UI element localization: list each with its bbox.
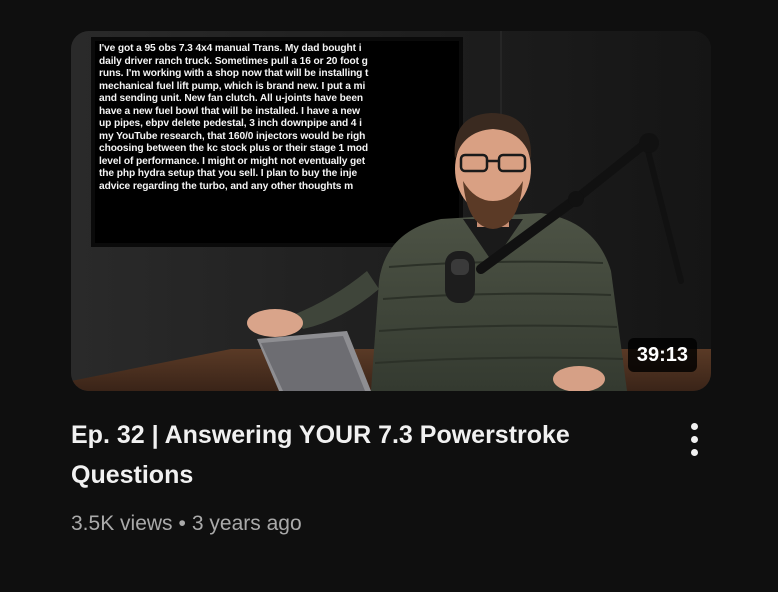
tv-screen-line: mechanical fuel lift pump, which is bran… (99, 80, 366, 92)
tv-screen-line: up pipes, ebpv delete pedestal, 3 inch d… (99, 118, 362, 129)
video-card: I've got a 95 obs 7.3 4x4 manual Trans. … (0, 0, 778, 592)
tv-screen-line: and sending unit. New fan clutch. All u-… (99, 93, 364, 104)
tv-screen-line: I've got a 95 obs 7.3 4x4 manual Trans. … (99, 43, 362, 54)
menu-dot (691, 436, 698, 443)
tv-screen-text: I've got a 95 obs 7.3 4x4 manual Trans. … (99, 43, 455, 239)
microphone (445, 251, 475, 303)
tv-screen-line: advice regarding the turbo, and any othe… (99, 180, 354, 192)
tv-screen-line: the php hydra setup that you sell. I pla… (99, 168, 358, 179)
tv-screen-line: daily driver ranch truck. Sometimes pull… (99, 55, 368, 67)
more-options-icon[interactable] (678, 418, 712, 460)
tv-screen-line: level of performance. I might or might n… (99, 155, 366, 167)
menu-dot (691, 449, 698, 456)
tv-screen-line: have a new fuel bowl that will be instal… (99, 105, 360, 117)
video-metadata: 3.5K views • 3 years ago (71, 508, 302, 540)
microphone-grille (451, 259, 469, 275)
tv-screen-line: runs. I'm working with a shop now that w… (99, 68, 369, 79)
tv-screen-line: choosing between the kc stock plus or th… (99, 143, 369, 154)
tv-screen-line: my YouTube research, that 160/0 injector… (99, 130, 366, 142)
video-thumbnail[interactable]: I've got a 95 obs 7.3 4x4 manual Trans. … (71, 31, 711, 391)
meta-separator: • (178, 512, 186, 535)
upload-age: 3 years ago (191, 512, 302, 535)
view-count: 3.5K views (71, 512, 173, 535)
duration-badge: 39:13 (627, 338, 697, 372)
person-hand-left (247, 309, 303, 337)
person-hand-right (553, 366, 605, 391)
video-title[interactable]: Ep. 32 | Answering YOUR 7.3 Powerstroke … (71, 415, 641, 495)
menu-dot (691, 423, 698, 430)
